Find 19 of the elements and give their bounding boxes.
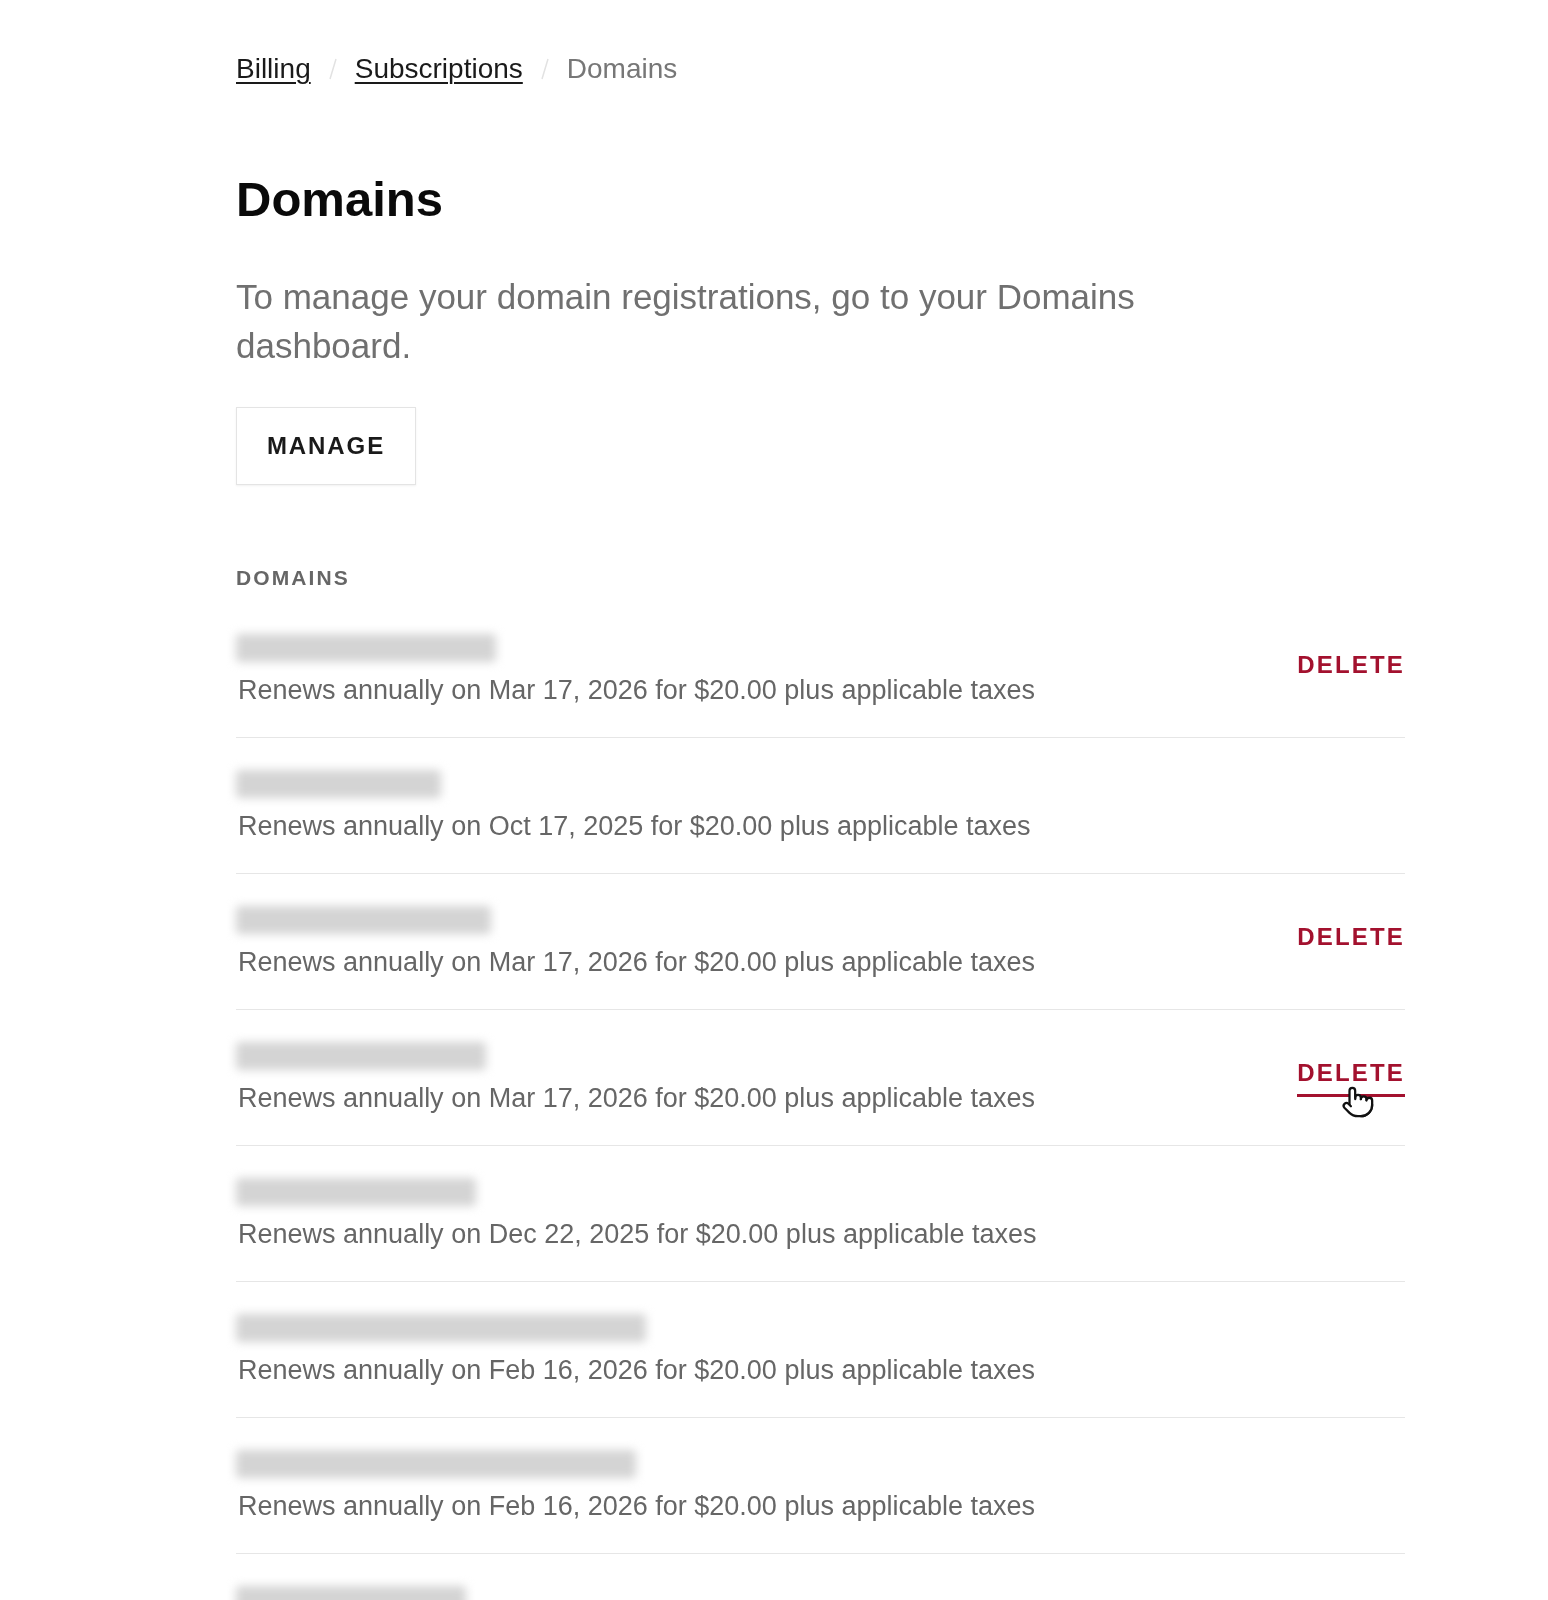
- renewal-text: Renews annually on Mar 17, 2026 for $20.00 plus applicable taxes: [237, 674, 1035, 706]
- hand-pointer-icon: [1341, 1084, 1376, 1119]
- delete-link[interactable]: DELETE: [1297, 918, 1405, 961]
- renewal-text: Renews annually on Feb 16, 2026 for $20.00 plus applicable taxes: [237, 1490, 1036, 1522]
- manage-button[interactable]: MANAGE: [236, 407, 416, 485]
- breadcrumb-separator-icon: [540, 58, 549, 80]
- breadcrumb-link[interactable]: Subscriptions: [354, 52, 523, 86]
- renewal-text: Renews annually on Mar 17, 2026 for $20.00 plus applicable taxes: [237, 1082, 1035, 1114]
- delete-link[interactable]: DELETE: [1297, 646, 1405, 689]
- breadcrumb-link[interactable]: Billing: [236, 52, 311, 86]
- renewal-text: Renews annually on Dec 22, 2025 for $20.00 plus applicable taxes: [237, 1218, 1037, 1250]
- description-text: To manage your domain registrations, go to your Domains dashboard.: [236, 276, 1136, 367]
- page-title: Domains: [236, 171, 443, 228]
- renewal-text: Renews annually on Feb 16, 2026 for $20.00 plus applicable taxes: [237, 1354, 1036, 1386]
- renewal-text: Renews annually on Oct 17, 2025 for $20.00 plus applicable taxes: [237, 810, 1031, 842]
- renewal-text: Renews annually on Mar 17, 2026 for $20.00 plus applicable taxes: [237, 946, 1035, 978]
- section-label: DOMAINS: [236, 566, 350, 590]
- breadcrumb-separator-icon: [328, 58, 337, 80]
- breadcrumb-current: Domains: [566, 52, 678, 86]
